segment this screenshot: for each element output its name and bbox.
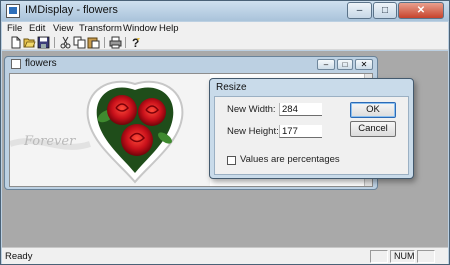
toolbar-separator	[54, 37, 55, 48]
new-height-input[interactable]	[279, 125, 322, 138]
status-pane-caps	[370, 250, 388, 263]
menu-edit[interactable]: Edit	[29, 22, 45, 35]
toolbar-separator	[125, 37, 126, 48]
minimize-button[interactable]: –	[347, 2, 372, 19]
paste-icon[interactable]	[87, 36, 100, 49]
child-title-bar[interactable]: flowers – □ ✕	[5, 57, 377, 72]
copy-icon[interactable]	[73, 36, 86, 49]
menu-view[interactable]: View	[53, 22, 73, 35]
flowers-image	[10, 74, 210, 186]
toolbar: ?	[2, 35, 448, 50]
image-script-text: Forever	[24, 134, 76, 149]
child-window-title: flowers	[25, 58, 57, 69]
save-icon[interactable]	[37, 36, 50, 49]
child-close-button[interactable]: ✕	[355, 59, 373, 70]
cancel-button[interactable]: Cancel	[350, 121, 396, 137]
close-button[interactable]: ✕	[398, 2, 444, 19]
menu-transform[interactable]: Transform	[79, 22, 122, 35]
child-minimize-button[interactable]: –	[317, 59, 335, 70]
status-bar: Ready NUM	[2, 247, 448, 264]
image-document-icon[interactable]	[11, 59, 21, 69]
window-title: IMDisplay - flowers	[25, 4, 118, 16]
menu-bar: File Edit View Transform Window Help	[2, 22, 448, 35]
menu-window[interactable]: Window	[123, 22, 157, 35]
resize-dialog: Resize New Width: New Height: Values are…	[209, 78, 414, 179]
title-bar[interactable]: IMDisplay - flowers – □ ✕	[1, 1, 449, 21]
menu-file[interactable]: File	[7, 22, 22, 35]
main-window: IMDisplay - flowers – □ ✕ File Edit View…	[0, 0, 450, 265]
percentages-checkbox-label: Values are percentages	[240, 154, 340, 165]
status-text: Ready	[5, 251, 33, 262]
status-pane-scroll	[417, 250, 435, 263]
new-file-icon[interactable]	[9, 36, 22, 49]
new-height-label: New Height:	[227, 126, 279, 137]
status-pane-num: NUM	[390, 250, 415, 263]
open-folder-icon[interactable]	[23, 36, 36, 49]
dialog-body: New Width: New Height: Values are percen…	[214, 96, 409, 175]
menu-help[interactable]: Help	[159, 22, 179, 35]
new-width-label: New Width:	[227, 104, 276, 115]
new-width-input[interactable]	[279, 103, 322, 116]
percentages-checkbox[interactable]	[227, 156, 236, 165]
ok-button[interactable]: OK	[350, 102, 396, 118]
svg-text:?: ?	[132, 36, 139, 49]
child-maximize-button[interactable]: □	[337, 59, 353, 70]
desktop: IMDisplay - flowers – □ ✕ File Edit View…	[0, 0, 450, 265]
cut-icon[interactable]	[59, 36, 72, 49]
help-icon[interactable]: ?	[129, 36, 142, 49]
maximize-button[interactable]: □	[373, 2, 397, 19]
toolbar-separator	[104, 37, 105, 48]
print-icon[interactable]	[109, 36, 122, 49]
app-icon[interactable]	[6, 4, 20, 18]
dialog-title: Resize	[216, 82, 247, 93]
